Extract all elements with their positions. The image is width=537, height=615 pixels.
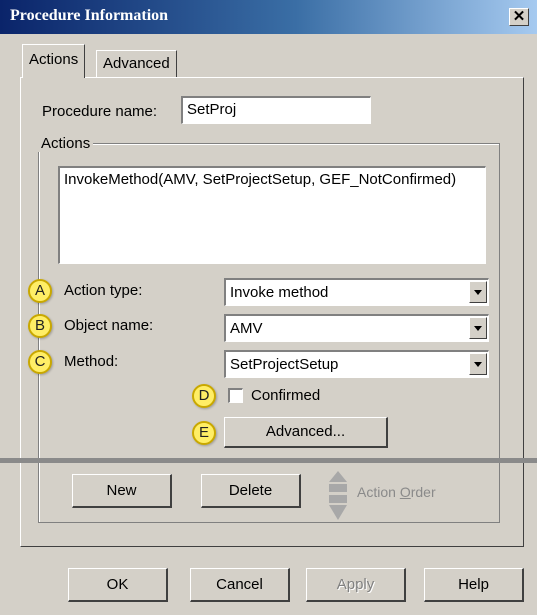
- panel-content: Procedure name: SetProj Actions InvokeMe…: [0, 0, 537, 615]
- divider-line: [0, 458, 537, 463]
- confirmed-label: Confirmed: [251, 387, 321, 404]
- method-label: Method:: [64, 353, 119, 370]
- advanced-button[interactable]: Advanced...: [224, 417, 388, 448]
- confirmed-checkbox[interactable]: [228, 388, 243, 403]
- help-button[interactable]: Help: [424, 568, 524, 602]
- actions-group-legend: Actions: [38, 135, 94, 152]
- chevron-down-icon[interactable]: [469, 353, 487, 375]
- down-arrow-icon: [329, 505, 347, 520]
- new-button[interactable]: New: [72, 474, 172, 508]
- cancel-button[interactable]: Cancel: [190, 568, 290, 602]
- callout-e: E: [192, 421, 216, 445]
- object-name-label: Object name:: [64, 317, 154, 334]
- procedure-name-label: Procedure name:: [42, 103, 158, 120]
- up-arrow-icon: [329, 471, 347, 482]
- callout-b: B: [28, 314, 52, 338]
- ok-button[interactable]: OK: [68, 568, 168, 602]
- actions-list[interactable]: InvokeMethod(AMV, SetProjectSetup, GEF_N…: [58, 166, 486, 264]
- procedure-name-input[interactable]: SetProj: [181, 96, 371, 124]
- action-order-suffix: rder: [410, 484, 436, 500]
- action-order-label: Action Order: [357, 484, 436, 500]
- action-order-prefix: Action: [357, 484, 400, 500]
- apply-button[interactable]: Apply: [306, 568, 406, 602]
- method-value: SetProjectSetup: [230, 356, 339, 373]
- action-order-control: Action Order: [323, 468, 463, 526]
- actions-list-item[interactable]: InvokeMethod(AMV, SetProjectSetup, GEF_N…: [64, 171, 481, 188]
- up-down-arrows-icon: [329, 471, 347, 520]
- action-type-value: Invoke method: [230, 284, 329, 301]
- callout-d: D: [192, 384, 216, 408]
- object-name-value: AMV: [230, 320, 263, 337]
- procedure-information-dialog: Procedure Information ✕ Actions Advanced…: [0, 0, 537, 615]
- method-select[interactable]: SetProjectSetup: [224, 350, 489, 378]
- chevron-down-icon[interactable]: [469, 317, 487, 339]
- arrow-bar: [329, 484, 347, 492]
- action-order-hotkey: O: [399, 484, 411, 500]
- object-name-select[interactable]: AMV: [224, 314, 489, 342]
- arrow-bar: [329, 495, 347, 503]
- action-type-label: Action type:: [64, 282, 143, 299]
- chevron-down-icon[interactable]: [469, 281, 487, 303]
- action-type-select[interactable]: Invoke method: [224, 278, 489, 306]
- callout-a: A: [28, 279, 52, 303]
- callout-c: C: [28, 350, 52, 374]
- delete-button[interactable]: Delete: [201, 474, 301, 508]
